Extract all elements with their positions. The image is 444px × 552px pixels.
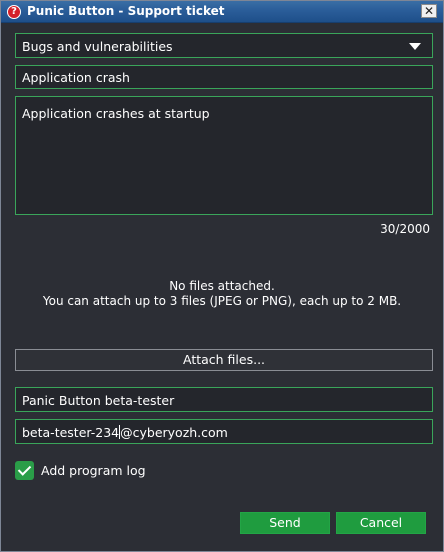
description-textarea[interactable]: Application crashes at startup	[15, 96, 433, 215]
attachments-hint: You can attach up to 3 files (JPEG or PN…	[42, 294, 402, 308]
name-input[interactable]: Panic Button beta-tester	[15, 387, 433, 412]
name-value: Panic Button beta-tester	[22, 393, 175, 408]
email-after-cursor: @cyberyozh.com	[120, 425, 228, 440]
subject-value: Application crash	[22, 70, 130, 85]
category-selected-value: Bugs and vulnerabilities	[22, 39, 173, 54]
attachments-status: No files attached.	[169, 279, 275, 293]
email-before-cursor: beta-tester-234	[22, 425, 120, 440]
chevron-down-icon	[409, 43, 421, 50]
program-log-checkbox[interactable]	[15, 461, 34, 480]
window-title: Punic Button - Support ticket	[27, 4, 225, 18]
title-bar[interactable]: ? Punic Button - Support ticket ✕	[1, 1, 443, 23]
attach-files-button[interactable]: Attach files...	[15, 349, 433, 371]
subject-input[interactable]: Application crash	[15, 65, 433, 89]
close-button[interactable]: ✕	[421, 4, 437, 18]
cancel-button[interactable]: Cancel	[336, 512, 426, 534]
category-dropdown[interactable]: Bugs and vulnerabilities	[15, 33, 433, 58]
send-button[interactable]: Send	[240, 512, 330, 534]
checkmark-icon	[17, 462, 32, 476]
email-input[interactable]: beta-tester-234@cyberyozh.com	[15, 419, 433, 444]
character-counter: 30/2000	[380, 222, 430, 236]
email-value: beta-tester-234@cyberyozh.com	[22, 425, 228, 440]
description-value: Application crashes at startup	[22, 106, 210, 121]
support-ticket-window: ? Punic Button - Support ticket ✕ Bugs a…	[0, 0, 444, 552]
question-mark-icon: ?	[7, 5, 21, 19]
program-log-label[interactable]: Add program log	[41, 463, 146, 478]
